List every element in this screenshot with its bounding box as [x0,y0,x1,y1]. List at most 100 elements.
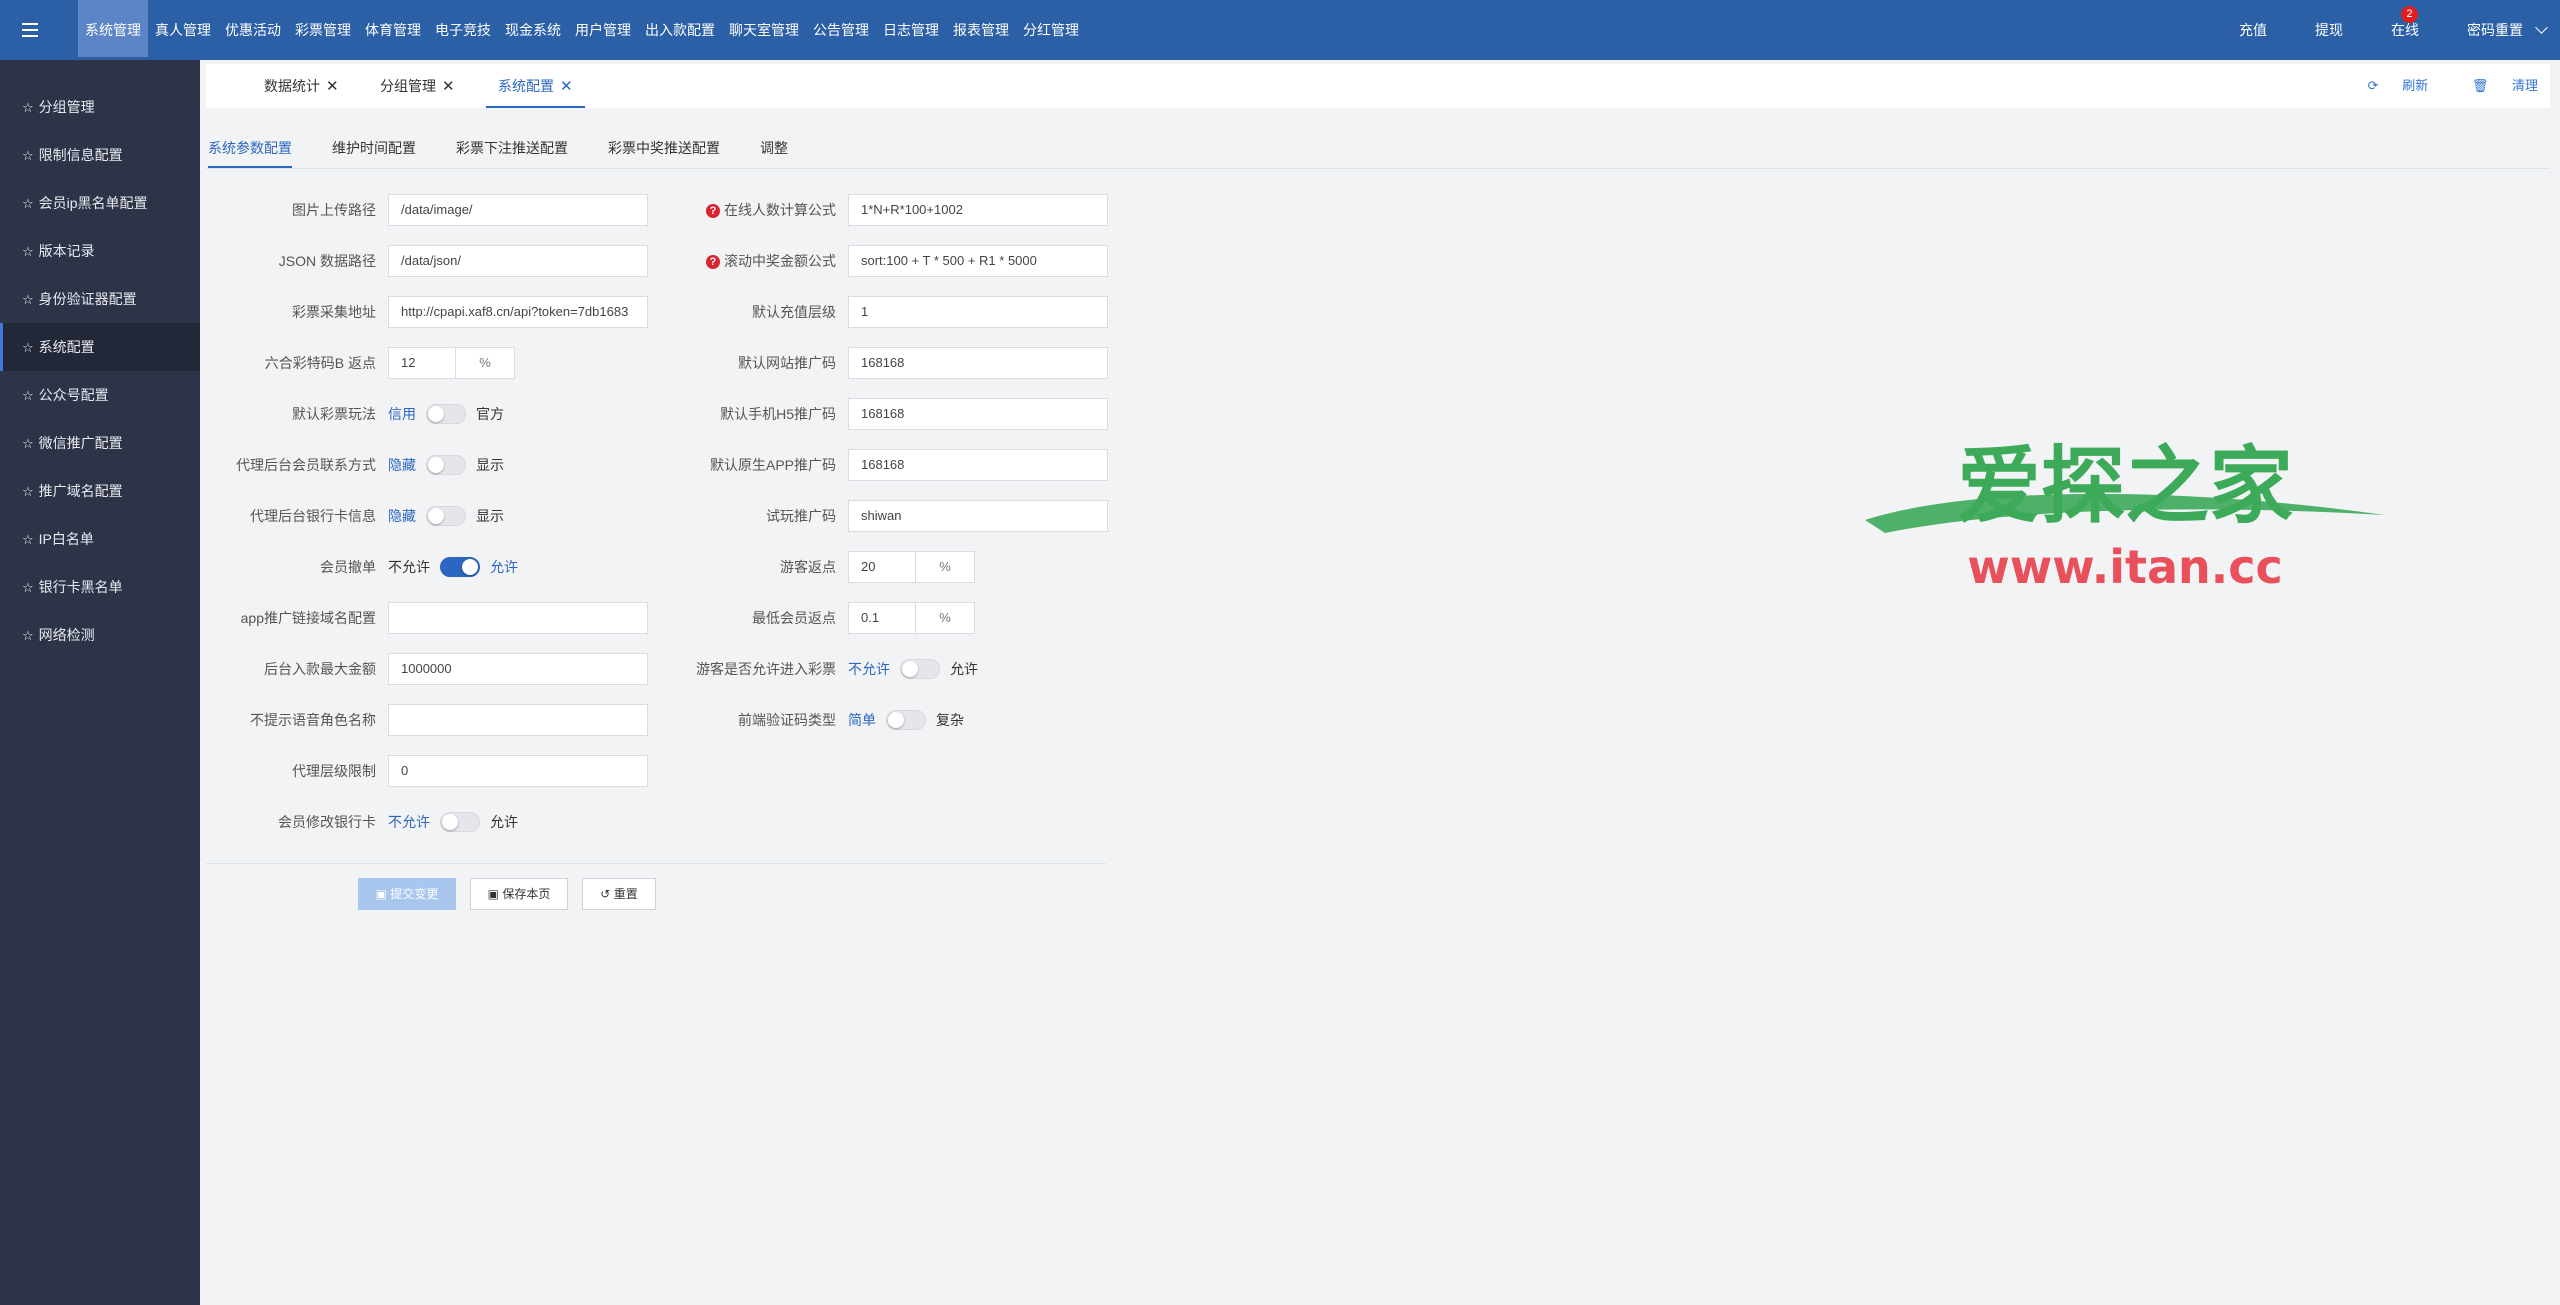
toggle-option-on: 允许 [490,559,518,575]
help-icon[interactable]: ? [706,255,720,270]
tab-label: 分组管理 [380,78,436,94]
toggle-switch[interactable] [440,557,480,577]
subtab-maintenance[interactable]: 维护时间配置 [332,128,416,168]
sidebar-item-system-config[interactable]: ☆ 系统配置 [0,323,200,371]
sidebar-item-label: 系统配置 [38,339,95,355]
topnav-cash[interactable]: 现金系统 [498,0,568,60]
h5-promo-input[interactable]: 168168 [848,398,1108,430]
lottery-url-input[interactable]: http://cpapi.xaf8.cn/api?token=7db1683 [388,296,648,328]
refresh-button[interactable]: ⟳ 刷新 [2348,78,2429,93]
sidebar-item-authenticator[interactable]: ☆ 身份验证器配置 [0,275,200,323]
sidebar-item-groups[interactable]: ☆ 分组管理 [0,83,200,131]
topnav-esports[interactable]: 电子竞技 [428,0,498,60]
tab-groups[interactable]: 分组管理 ✕ [380,64,455,108]
toggle-option-off: 信用 [388,406,416,422]
percent-unit: % [455,347,515,379]
subtab-adjust[interactable]: 调整 [760,128,788,168]
toggle-switch[interactable] [440,812,480,832]
topnav-dividends[interactable]: 分红管理 [1016,0,1086,60]
sidebar-item-network-check[interactable]: ☆ 网络检测 [0,611,200,659]
scroll-formula-input[interactable]: sort:100 + T * 500 + R1 * 5000 [848,245,1108,277]
clear-button[interactable]: 🗑 清理 [2452,78,2538,93]
topnav-promotions[interactable]: 优惠活动 [218,0,288,60]
submit-changes-button[interactable]: ▣ 提交变更 [358,878,456,910]
toggle-switch[interactable] [426,506,466,526]
toggle-option-on: 复杂 [936,712,964,728]
sidebar-item-official-account[interactable]: ☆ 公众号配置 [0,371,200,419]
star-icon: ☆ [22,340,34,355]
no-voice-roles-input[interactable] [388,704,648,736]
reset-button[interactable]: ↺ 重置 [582,878,656,910]
percent-unit: % [915,602,975,634]
subtab-bet-push[interactable]: 彩票下注推送配置 [456,128,568,168]
json-path-input[interactable]: /data/json/ [388,245,648,277]
help-icon[interactable]: ? [706,204,720,219]
topnav-system[interactable]: 系统管理 [78,0,148,60]
page-tabs-bar: 数据统计 ✕ 分组管理 ✕ 系统配置 ✕ ⟳ 刷新 🗑 清理 [206,64,2550,108]
sidebar-item-ip-whitelist[interactable]: ☆ IP白名单 [0,515,200,563]
lottery-url-label: 彩票采集地址 [292,304,376,320]
min-member-rebate-input[interactable]: 0.1 [848,602,916,634]
user-menu[interactable]: 密码重置 [2467,20,2548,40]
toggle-switch[interactable] [426,404,466,424]
toggle-option-on: 官方 [476,406,504,422]
sidebar-item-bank-blacklist[interactable]: ☆ 银行卡黑名单 [0,563,200,611]
sidebar-item-wechat-promo[interactable]: ☆ 微信推广配置 [0,419,200,467]
subtab-system-params[interactable]: 系统参数配置 [208,128,292,168]
recharge-link[interactable]: 充值 [2239,20,2267,40]
sidebar-item-promo-domains[interactable]: ☆ 推广域名配置 [0,467,200,515]
star-icon: ☆ [22,148,34,163]
member-bank-edit-toggle: 不允许 允许 [388,806,518,838]
withdraw-link[interactable]: 提现 [2315,20,2343,40]
topnav-announcements[interactable]: 公告管理 [806,0,876,60]
close-icon[interactable]: ✕ [442,78,455,95]
watermark-title: 爱探之家 [1957,437,2293,535]
agent-level-input[interactable]: 0 [388,755,648,787]
menu-toggle-button[interactable] [0,0,60,60]
toggle-option-off: 隐藏 [388,457,416,473]
topnav-users[interactable]: 用户管理 [568,0,638,60]
max-deposit-input[interactable]: 1000000 [388,653,648,685]
topnav-live[interactable]: 真人管理 [148,0,218,60]
topnav-chatroom[interactable]: 聊天室管理 [722,0,806,60]
topnav-sports[interactable]: 体育管理 [358,0,428,60]
close-icon[interactable]: ✕ [326,78,339,95]
close-icon[interactable]: ✕ [560,78,573,95]
app-promo-input[interactable]: 168168 [848,449,1108,481]
default-level-input[interactable]: 1 [848,296,1108,328]
sidebar-item-versions[interactable]: ☆ 版本记录 [0,227,200,275]
toggle-option-off: 不允许 [388,559,430,575]
toggle-option-on: 显示 [476,457,504,473]
top-navigation: 系统管理 真人管理 优惠活动 彩票管理 体育管理 电子竞技 现金系统 用户管理 … [78,0,1086,60]
site-promo-label: 默认网站推广码 [738,355,836,371]
tab-data-stats[interactable]: 数据统计 ✕ [264,64,339,108]
guest-rebate-input[interactable]: 20 [848,551,916,583]
toggle-switch[interactable] [900,659,940,679]
sidebar-item-ip-blacklist[interactable]: ☆ 会员ip黑名单配置 [0,179,200,227]
tab-system-config[interactable]: 系统配置 ✕ [486,64,585,108]
topnav-reports[interactable]: 报表管理 [946,0,1016,60]
online-count-badge: 2 [2401,6,2418,23]
topnav-lottery[interactable]: 彩票管理 [288,0,358,60]
toggle-switch[interactable] [426,455,466,475]
liuhe-rebate-input[interactable]: 12 [388,347,456,379]
online-link[interactable]: 在线 2 [2391,6,2419,40]
site-promo-input[interactable]: 168168 [848,347,1108,379]
topnav-deposit-config[interactable]: 出入款配置 [638,0,722,60]
app-domain-input[interactable] [388,602,648,634]
chevron-down-icon [2535,21,2548,34]
captcha-type-toggle: 简单 复杂 [848,704,964,736]
default-play-label: 默认彩票玩法 [292,406,376,422]
agent-bank-toggle: 隐藏 显示 [388,500,504,532]
toggle-switch[interactable] [886,710,926,730]
online-formula-input[interactable]: 1*N+R*100+1002 [848,194,1108,226]
clear-label: 清理 [2511,78,2538,93]
hamburger-icon [22,21,38,39]
image-path-input[interactable]: /data/image/ [388,194,648,226]
sidebar-item-limits[interactable]: ☆ 限制信息配置 [0,131,200,179]
online-label: 在线 [2391,22,2419,38]
trial-promo-input[interactable]: shiwan [848,500,1108,532]
save-page-button[interactable]: ▣ 保存本页 [470,878,568,910]
subtab-win-push[interactable]: 彩票中奖推送配置 [608,128,720,168]
topnav-logs[interactable]: 日志管理 [876,0,946,60]
